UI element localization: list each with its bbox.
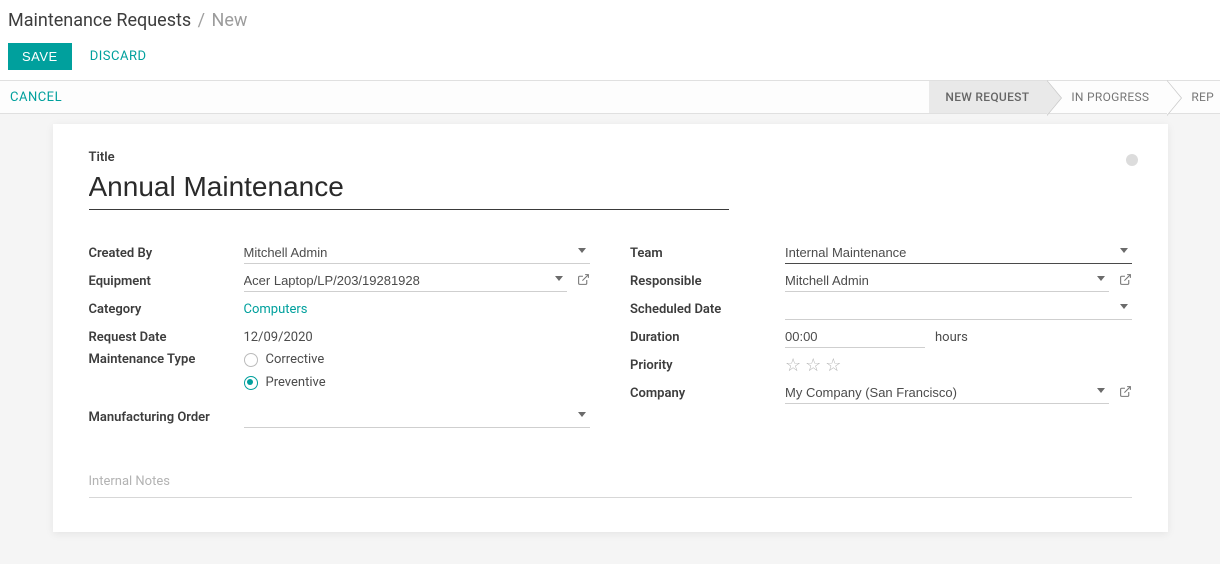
breadcrumb-sub: New: [212, 10, 248, 31]
responsible-input[interactable]: [785, 270, 1109, 292]
team-input[interactable]: [785, 242, 1132, 264]
cancel-button[interactable]: CANCEL: [10, 90, 62, 105]
category-link[interactable]: Computers: [244, 299, 308, 320]
manufacturing-order-input[interactable]: [244, 406, 591, 428]
radio-icon: [244, 353, 258, 367]
stage-in-progress[interactable]: IN PROGRESS: [1047, 81, 1167, 113]
scheduled-date-input[interactable]: [785, 298, 1132, 320]
chevron-down-icon[interactable]: [578, 248, 586, 253]
external-link-icon[interactable]: [577, 273, 590, 290]
star-icon[interactable]: ☆: [805, 355, 821, 376]
title-input[interactable]: [89, 169, 729, 210]
responsible-label: Responsible: [630, 274, 785, 289]
external-link-icon[interactable]: [1119, 385, 1132, 402]
breadcrumb-main[interactable]: Maintenance Requests: [8, 10, 191, 31]
equipment-input[interactable]: [244, 270, 568, 292]
scheduled-date-label: Scheduled Date: [630, 302, 785, 317]
team-label: Team: [630, 246, 785, 261]
manufacturing-order-label: Manufacturing Order: [89, 410, 244, 425]
stage-new-request[interactable]: NEW REQUEST: [929, 81, 1047, 113]
duration-label: Duration: [630, 330, 785, 345]
star-icon[interactable]: ☆: [785, 355, 801, 376]
maintenance-type-label: Maintenance Type: [89, 352, 244, 367]
request-date-label: Request Date: [89, 330, 244, 345]
duration-suffix: hours: [935, 330, 968, 345]
company-label: Company: [630, 386, 785, 401]
internal-notes-input[interactable]: Internal Notes: [89, 474, 1132, 498]
external-link-icon[interactable]: [1119, 273, 1132, 290]
discard-button[interactable]: DISCARD: [90, 49, 147, 64]
radio-corrective[interactable]: Corrective: [244, 352, 326, 367]
chevron-down-icon[interactable]: [1120, 304, 1128, 309]
chevron-down-icon[interactable]: [1097, 388, 1105, 393]
request-date-value: 12/09/2020: [244, 327, 313, 348]
title-label: Title: [89, 150, 1132, 165]
chevron-down-icon[interactable]: [555, 276, 563, 281]
kanban-state-dot[interactable]: [1126, 154, 1138, 166]
chevron-down-icon[interactable]: [1097, 276, 1105, 281]
duration-input[interactable]: [785, 326, 925, 348]
created-by-label: Created By: [89, 246, 244, 261]
radio-icon: [244, 376, 258, 390]
breadcrumb: Maintenance Requests / New: [0, 0, 1220, 39]
radio-preventive[interactable]: Preventive: [244, 375, 326, 390]
chevron-down-icon[interactable]: [1120, 248, 1128, 253]
star-icon[interactable]: ☆: [825, 355, 841, 376]
chevron-down-icon[interactable]: [578, 412, 586, 417]
category-label: Category: [89, 302, 244, 317]
created-by-input[interactable]: [244, 242, 591, 264]
priority-label: Priority: [630, 358, 785, 373]
equipment-label: Equipment: [89, 274, 244, 289]
save-button[interactable]: SAVE: [8, 43, 72, 70]
company-input[interactable]: [785, 382, 1109, 404]
